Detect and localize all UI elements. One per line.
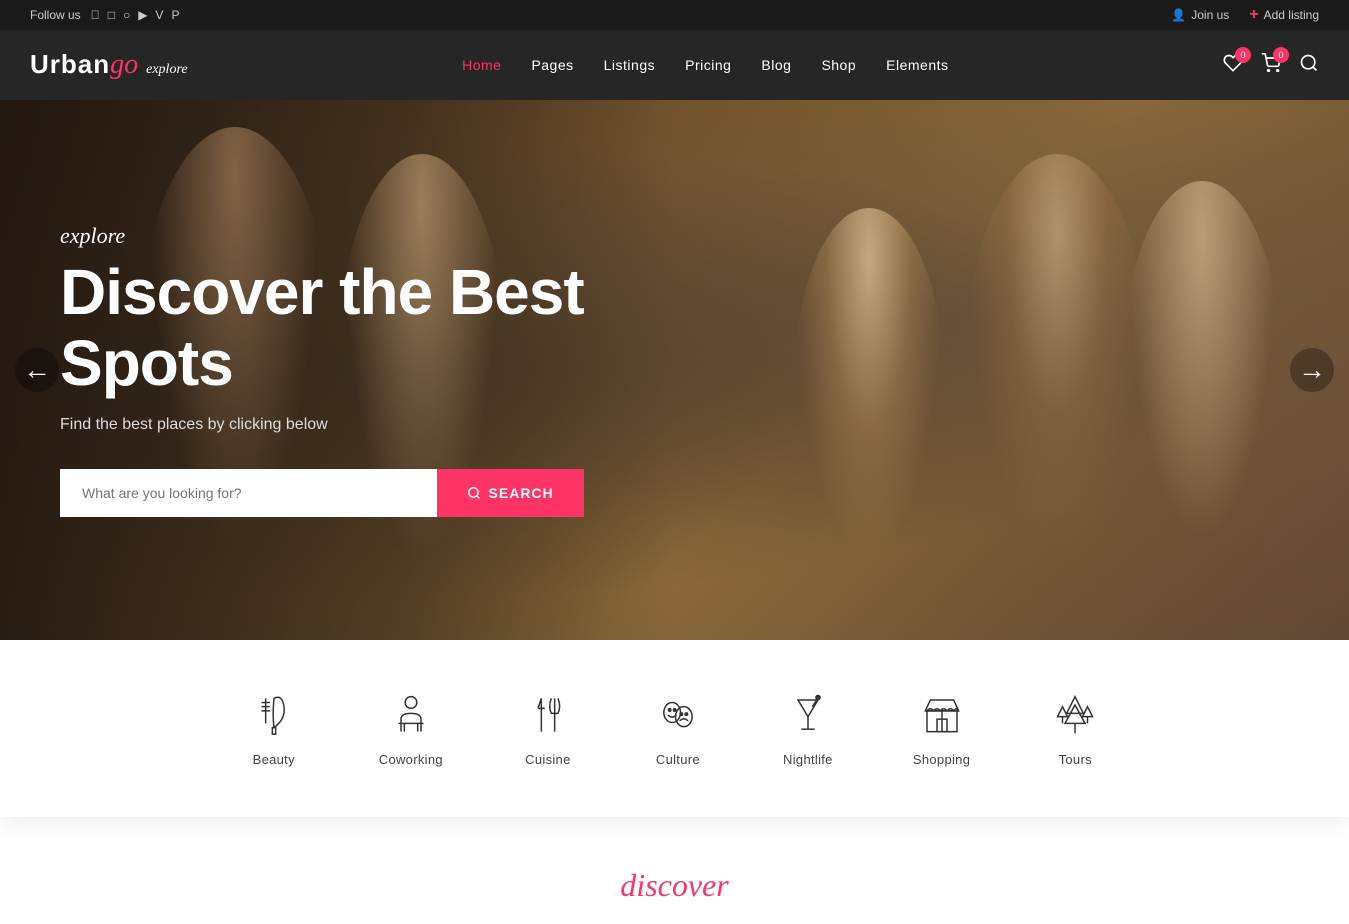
nav-shop[interactable]: Shop <box>821 57 856 73</box>
youtube-icon[interactable]: ▶ <box>138 8 147 22</box>
nav-pages[interactable]: Pages <box>531 57 573 73</box>
category-cuisine[interactable]: Cuisine <box>483 670 613 787</box>
header: Urban go explore Home Pages Listings Pri… <box>0 30 1349 100</box>
nav-elements[interactable]: Elements <box>886 57 948 73</box>
cuisine-label: Cuisine <box>525 752 570 767</box>
beauty-label: Beauty <box>253 752 295 767</box>
user-icon: 👤 <box>1171 8 1186 22</box>
cart-badge: 0 <box>1273 47 1289 63</box>
shopping-icon <box>917 690 967 740</box>
category-tours[interactable]: Tours <box>1010 670 1140 787</box>
categories-bar: Beauty Coworking Cuisine <box>0 640 1349 817</box>
hero-section: ← explore Discover the Best Spots Find t… <box>0 100 1349 640</box>
logo[interactable]: Urban go explore <box>30 49 188 81</box>
top-bar-right: 👤 Join us + Add listing <box>1171 6 1319 24</box>
discover-section: discover <box>0 817 1349 924</box>
hero-subtitle: Find the best places by clicking below <box>60 416 584 434</box>
top-bar: Follow us  □ ○ ▶ V P 👤 Join us + Add li… <box>0 0 1349 30</box>
coworking-icon <box>386 690 436 740</box>
wishlist-badge: 0 <box>1235 47 1251 63</box>
hero-content: explore Discover the Best Spots Find the… <box>0 223 644 517</box>
tripadvisor-icon[interactable]: ○ <box>123 8 130 22</box>
nav-home[interactable]: Home <box>462 57 501 73</box>
header-icons: 0 0 <box>1223 53 1319 78</box>
search-bar: SEARCH <box>60 469 584 517</box>
instagram-icon[interactable]: □ <box>108 8 115 22</box>
vimeo-icon[interactable]: V <box>155 8 163 22</box>
hero-prev-button[interactable]: ← <box>15 348 59 392</box>
nightlife-label: Nightlife <box>783 752 833 767</box>
category-beauty[interactable]: Beauty <box>209 670 339 787</box>
nightlife-icon <box>783 690 833 740</box>
coworking-label: Coworking <box>379 752 443 767</box>
hero-explore-label: explore <box>60 223 584 249</box>
main-nav: Home Pages Listings Pricing Blog Shop El… <box>462 57 948 73</box>
facebook-icon[interactable]:  <box>91 8 100 22</box>
social-icons:  □ ○ ▶ V P <box>91 8 180 22</box>
nav-blog[interactable]: Blog <box>761 57 791 73</box>
culture-icon <box>653 690 703 740</box>
add-listing-link[interactable]: + Add listing <box>1249 6 1319 24</box>
shopping-label: Shopping <box>913 752 970 767</box>
search-input[interactable] <box>60 469 437 517</box>
category-coworking[interactable]: Coworking <box>339 670 483 787</box>
plus-icon: + <box>1249 6 1258 24</box>
search-icon <box>467 486 481 500</box>
hero-title: Discover the Best Spots <box>60 257 584 398</box>
search-button[interactable]: SEARCH <box>437 469 584 517</box>
cuisine-icon <box>523 690 573 740</box>
nav-listings[interactable]: Listings <box>604 57 655 73</box>
top-bar-left: Follow us  □ ○ ▶ V P <box>30 8 179 22</box>
nav-pricing[interactable]: Pricing <box>685 57 731 73</box>
tours-label: Tours <box>1059 752 1092 767</box>
wishlist-button[interactable]: 0 <box>1223 53 1243 78</box>
tours-icon <box>1050 690 1100 740</box>
discover-script-text: discover <box>30 867 1319 904</box>
category-shopping[interactable]: Shopping <box>873 670 1010 787</box>
cart-button[interactable]: 0 <box>1261 53 1281 78</box>
logo-go-text: go <box>110 49 138 81</box>
culture-label: Culture <box>656 752 700 767</box>
beauty-icon <box>249 690 299 740</box>
hero-next-button[interactable]: → <box>1290 348 1334 392</box>
join-us-link[interactable]: 👤 Join us <box>1171 8 1229 22</box>
category-culture[interactable]: Culture <box>613 670 743 787</box>
category-nightlife[interactable]: Nightlife <box>743 670 873 787</box>
follow-label: Follow us <box>30 8 81 22</box>
logo-explore-text: explore <box>146 62 187 78</box>
pinterest-icon[interactable]: P <box>171 8 179 22</box>
logo-urban-text: Urban <box>30 49 110 80</box>
search-button[interactable] <box>1299 53 1319 78</box>
